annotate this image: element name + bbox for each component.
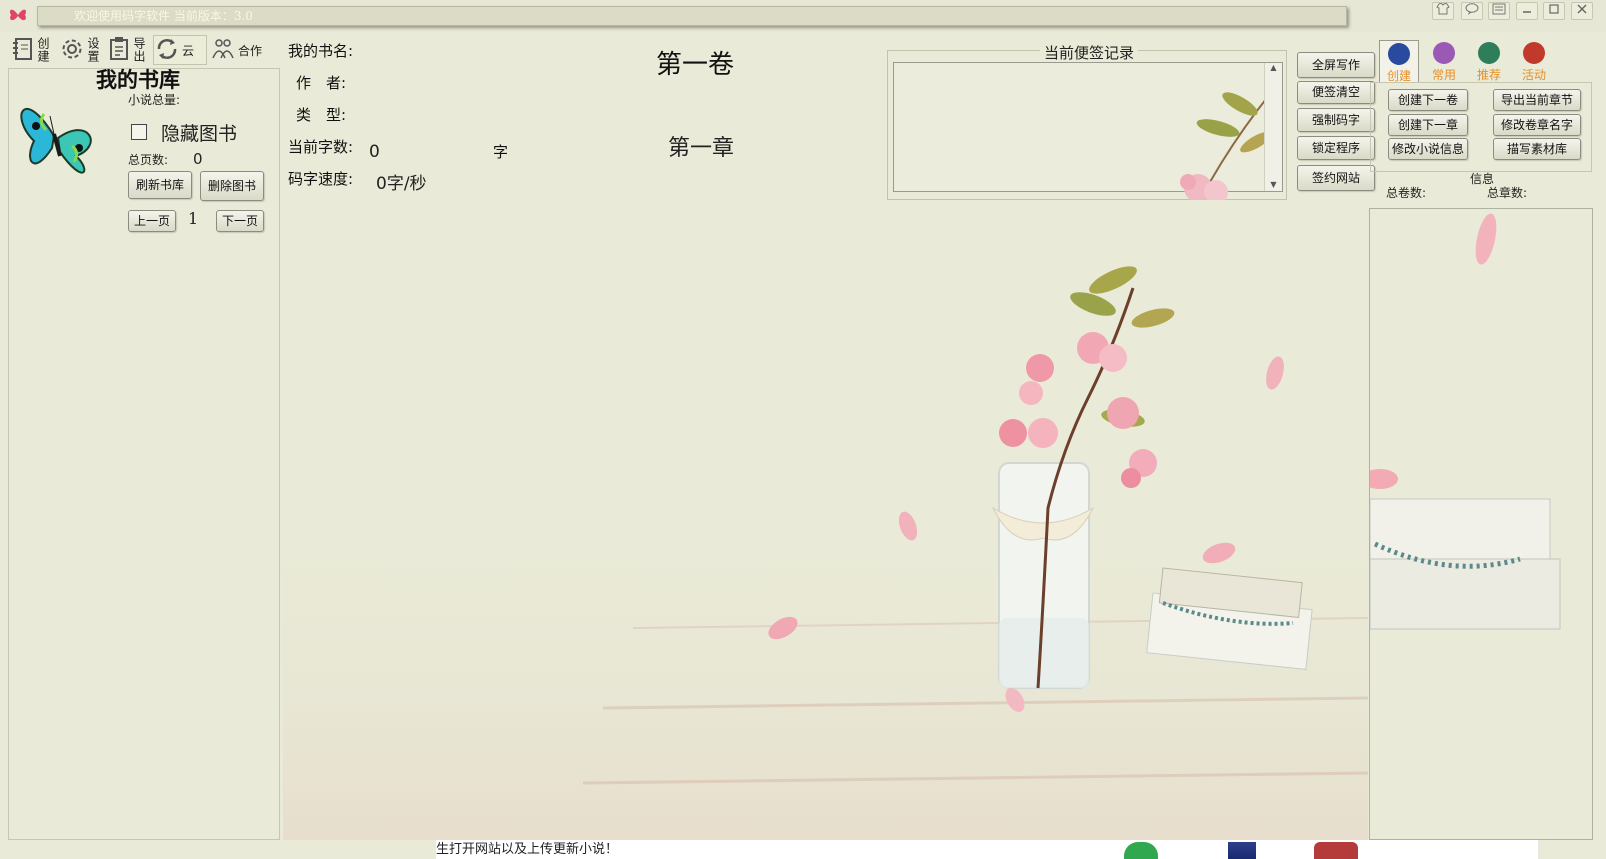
tab-common[interactable]: 常用 xyxy=(1424,40,1464,82)
export-current-chapter-button[interactable]: 导出当前章节 xyxy=(1493,89,1581,111)
window-title: 欢迎使用码字软件 当前版本：3.0 xyxy=(37,6,1347,26)
status-message: 生打开网站以及上传更新小说！ xyxy=(436,842,619,857)
hide-books-label: 隐藏图书 xyxy=(161,123,238,145)
typing-speed-label: 码字速度: xyxy=(288,170,354,188)
blue-mascot-icon xyxy=(1388,43,1410,65)
create-tool-label: 创建 xyxy=(36,37,50,63)
fullscreen-writing-button[interactable]: 全屏写作 xyxy=(1297,52,1375,78)
green-mascot-icon xyxy=(1478,42,1500,64)
green-app-icon[interactable] xyxy=(1124,842,1158,859)
editor-area[interactable] xyxy=(283,208,1368,840)
status-bar: 生打开网站以及上传更新小说！ xyxy=(436,840,1538,859)
sync-icon xyxy=(155,37,179,64)
next-page-button[interactable]: 下一页 xyxy=(216,210,264,232)
word-unit: 字 xyxy=(493,143,509,161)
notes-legend: 当前便签记录 xyxy=(1040,42,1139,63)
scroll-up-icon[interactable]: ▲ xyxy=(1265,63,1282,72)
page-number: 1 xyxy=(188,209,199,228)
tab-recommend-label: 推荐 xyxy=(1476,68,1501,82)
skin-icon[interactable] xyxy=(1432,2,1454,20)
total-pages-value: 0 xyxy=(193,150,203,168)
rename-volume-chapter-button[interactable]: 修改卷章名字 xyxy=(1493,114,1581,136)
typing-speed-value: 0字/秒 xyxy=(376,174,427,194)
create-tool-button[interactable]: 创建 xyxy=(12,36,50,64)
gear-icon xyxy=(60,37,84,64)
cooperate-tool-button[interactable]: 合作 xyxy=(211,36,262,64)
book-name-label: 我的书名: xyxy=(288,42,354,60)
cloud-tool-label: 云 xyxy=(182,43,195,58)
tab-recommend[interactable]: 推荐 xyxy=(1469,40,1509,82)
edit-novel-info-button[interactable]: 修改小说信息 xyxy=(1388,138,1468,160)
chapter-title: 第一章 xyxy=(668,136,735,161)
export-document-icon xyxy=(108,36,130,64)
notebook-icon xyxy=(12,37,34,64)
settings-tool-label: 设置 xyxy=(86,37,100,63)
word-count-value: 0 xyxy=(369,142,380,162)
sign-website-button[interactable]: 签约网站 xyxy=(1297,165,1375,191)
settings-tool-button[interactable]: 设置 xyxy=(60,36,100,64)
tab-activity-label: 活动 xyxy=(1521,68,1546,82)
butterfly-app-icon xyxy=(8,6,28,24)
feedback-icon[interactable] xyxy=(1461,2,1483,20)
close-icon[interactable] xyxy=(1571,2,1593,20)
export-tool-label: 导出 xyxy=(132,37,146,63)
tab-activity[interactable]: 活动 xyxy=(1514,40,1554,82)
create-next-chapter-button[interactable]: 创建下一章 xyxy=(1388,114,1468,136)
force-typing-button[interactable]: 强制码字 xyxy=(1297,108,1375,132)
type-label: 类 型: xyxy=(296,106,347,124)
red-mascot-icon xyxy=(1523,42,1545,64)
tab-common-label: 常用 xyxy=(1431,68,1456,82)
writing-material-button[interactable]: 描写素材库 xyxy=(1493,138,1581,160)
side-panel-illustration xyxy=(1370,213,1561,630)
chapter-list-panel[interactable] xyxy=(1369,208,1593,840)
cloud-tool-button[interactable]: 云 xyxy=(155,36,194,64)
people-icon xyxy=(211,38,235,63)
lock-program-button[interactable]: 锁定程序 xyxy=(1297,136,1375,160)
word-count-label: 当前字数: xyxy=(288,138,354,156)
menu-icon[interactable] xyxy=(1488,2,1510,20)
library-title: 我的书库 xyxy=(96,67,180,92)
red-app-icon[interactable] xyxy=(1314,842,1358,859)
tab-create-label: 创建 xyxy=(1386,69,1411,83)
minimize-icon[interactable] xyxy=(1516,2,1538,20)
editor-background-illustration xyxy=(283,266,1368,840)
notes-scrollbar[interactable]: ▲ ▼ xyxy=(1264,63,1282,191)
total-chapters-label: 总章数: xyxy=(1487,186,1528,200)
delete-book-button[interactable]: 删除图书 xyxy=(200,171,264,201)
create-next-volume-button[interactable]: 创建下一卷 xyxy=(1388,89,1468,111)
notes-flower-decoration xyxy=(1160,84,1280,200)
total-pages-label: 总页数: xyxy=(128,153,169,167)
prev-page-button[interactable]: 上一页 xyxy=(128,210,176,232)
total-volumes-label: 总卷数: xyxy=(1386,186,1427,200)
clear-notes-button[interactable]: 便签清空 xyxy=(1297,81,1375,104)
hide-books-checkbox[interactable] xyxy=(131,124,147,140)
refresh-library-button[interactable]: 刷新书库 xyxy=(128,171,192,199)
maximize-icon[interactable] xyxy=(1543,2,1565,20)
volume-title: 第一卷 xyxy=(656,50,735,80)
blue-app-icon[interactable] xyxy=(1228,842,1256,859)
export-tool-button[interactable]: 导出 xyxy=(108,36,146,64)
cooperate-tool-label: 合作 xyxy=(238,43,263,58)
tab-create[interactable]: 创建 xyxy=(1379,40,1419,83)
purple-mascot-icon xyxy=(1433,42,1455,64)
author-label: 作 者: xyxy=(296,74,347,92)
butterfly-logo xyxy=(14,86,100,186)
novel-total-label: 小说总量: xyxy=(128,93,181,107)
scroll-down-icon[interactable]: ▼ xyxy=(1265,180,1282,189)
